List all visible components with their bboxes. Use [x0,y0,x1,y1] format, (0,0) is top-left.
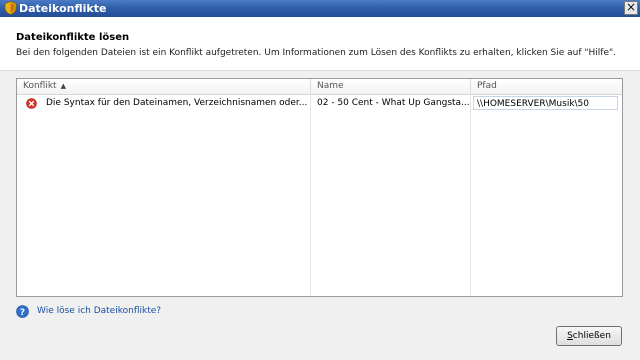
conflict-text: Die Syntax für den Dateinamen, Verzeichn… [46,98,308,108]
dialog-window: Dateikonflikte × Dateikonflikte lösen Be… [0,0,640,360]
table-row[interactable]: Die Syntax für den Dateinamen, Verzeichn… [17,96,622,111]
column-header-konflikt[interactable]: Konflikt ▲ [17,79,311,94]
column-label: Name [317,81,344,91]
column-label: Konflikt [23,81,57,91]
close-button[interactable]: Schließen [556,326,622,346]
page-title: Dateikonflikte lösen [16,32,130,43]
help-icon[interactable]: ? [16,305,29,318]
title-bar[interactable]: Dateikonflikte × [0,0,640,17]
column-divider [470,94,471,296]
column-divider [310,94,311,296]
dialog-header: Dateikonflikte lösen Bei den folgenden D… [0,17,640,71]
close-button-label: chließen [572,331,611,341]
help-link[interactable]: Wie löse ich Dateikonflikte? [37,306,161,316]
error-icon [26,98,37,109]
column-header-name[interactable]: Name [311,79,471,94]
sort-ascending-icon: ▲ [60,82,66,90]
description-text: Bei den folgenden Dateien ist ein Konfli… [16,48,617,58]
conflict-table[interactable]: Konflikt ▲ Name Pfad Die Syntax für den D… [16,78,623,297]
cell-konflikt: Die Syntax für den Dateinamen, Verzeichn… [26,96,311,111]
cell-pfad[interactable]: \\HOMESERVER\Musik\50 [473,96,618,110]
close-window-button[interactable]: × [624,1,638,15]
cell-name: 02 - 50 Cent - What Up Gangsta... [317,98,469,108]
shield-icon [4,1,17,15]
column-label: Pfad [477,81,497,91]
window-title: Dateikonflikte [19,2,107,15]
column-header-pfad[interactable]: Pfad [471,79,622,94]
table-header: Konflikt ▲ Name Pfad [17,79,622,95]
svg-text:?: ? [20,308,25,318]
